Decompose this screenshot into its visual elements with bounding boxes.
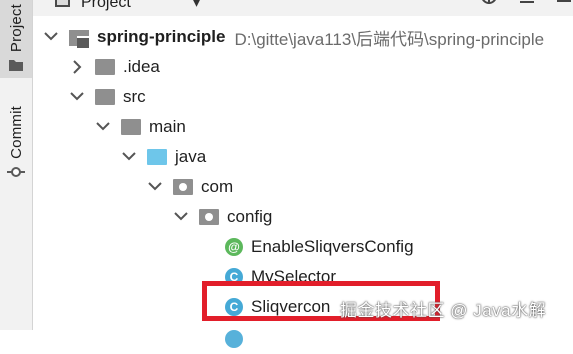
tree-node-enable-sliqvers-config[interactable]: @ EnableSliqversConfig	[225, 232, 414, 262]
folder-icon	[95, 58, 115, 76]
tree-node-label: com	[201, 177, 234, 196]
module-icon	[69, 28, 89, 48]
chevron-down-icon[interactable]	[43, 29, 59, 45]
options-icon[interactable]	[554, 0, 573, 12]
chevron-down-icon[interactable]	[95, 119, 111, 135]
tree-node-label: java	[175, 147, 207, 166]
tree-node-root[interactable]: spring-principle D:\gitte\java113\后端代码\s…	[43, 22, 544, 52]
chevron-down-icon[interactable]	[173, 209, 189, 225]
project-tab-label: Project	[7, 4, 25, 53]
tree-node-label: config	[227, 207, 273, 226]
tree-node-com[interactable]: com	[147, 172, 233, 202]
commit-tab-label: Commit	[7, 106, 25, 159]
class-icon	[225, 330, 243, 348]
source-folder-icon	[147, 148, 167, 166]
commit-tab[interactable]: Commit	[0, 96, 32, 196]
package-icon	[199, 208, 219, 226]
chevron-down-icon[interactable]: ▾	[193, 0, 200, 11]
tree-node-label: EnableSliqversConfig	[251, 237, 414, 256]
commit-icon	[7, 165, 25, 184]
watermark: 掘金技术社区 @ Java水解	[340, 301, 547, 320]
project-view-icon	[55, 0, 70, 7]
folder-icon	[121, 118, 141, 136]
tree-node-config[interactable]: config	[173, 202, 272, 232]
root-path: D:\gitte\java113\后端代码\spring-principle	[234, 29, 545, 49]
tree-node-idea[interactable]: .idea	[69, 52, 160, 82]
tree-node-java[interactable]: java	[121, 142, 206, 172]
annotation-icon: @	[225, 238, 243, 256]
tree-node-src[interactable]: src	[69, 82, 146, 112]
chevron-down-icon[interactable]	[147, 179, 163, 195]
root-label: spring-principle	[97, 27, 226, 46]
collapse-all-icon[interactable]	[517, 0, 537, 12]
project-toolbar: Project ▾	[33, 0, 573, 16]
folder-icon	[8, 58, 24, 77]
tree-node-label: main	[149, 117, 186, 136]
package-icon	[173, 178, 193, 196]
tool-window-strip: Project Commit	[0, 0, 33, 330]
chevron-down-icon[interactable]	[69, 89, 85, 105]
folder-icon	[95, 88, 115, 106]
chevron-right-icon[interactable]	[69, 59, 85, 75]
project-view-title[interactable]: Project	[81, 0, 131, 12]
tree-node-partial	[225, 324, 243, 354]
tree-node-label: src	[123, 87, 146, 106]
project-tab[interactable]: Project	[0, 0, 32, 78]
tree-node-main[interactable]: main	[95, 112, 186, 142]
tree-node-label: .idea	[123, 57, 160, 76]
locate-icon[interactable]	[479, 0, 499, 12]
chevron-down-icon[interactable]	[121, 149, 137, 165]
